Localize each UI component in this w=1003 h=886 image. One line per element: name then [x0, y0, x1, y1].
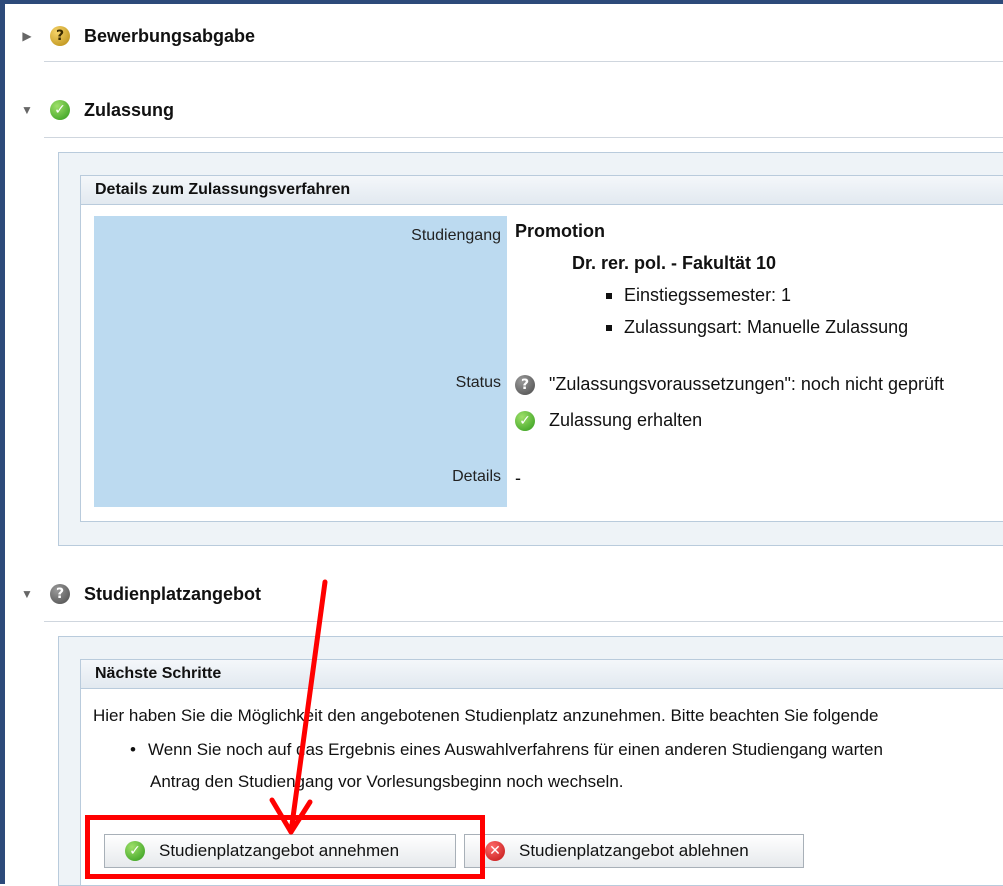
annotation-arrow	[269, 579, 328, 835]
arrow-shaft	[288, 579, 328, 835]
application-page: ▶ ? Bewerbungsabgabe ▼ ✓ Zulassung Detai…	[0, 0, 1003, 886]
